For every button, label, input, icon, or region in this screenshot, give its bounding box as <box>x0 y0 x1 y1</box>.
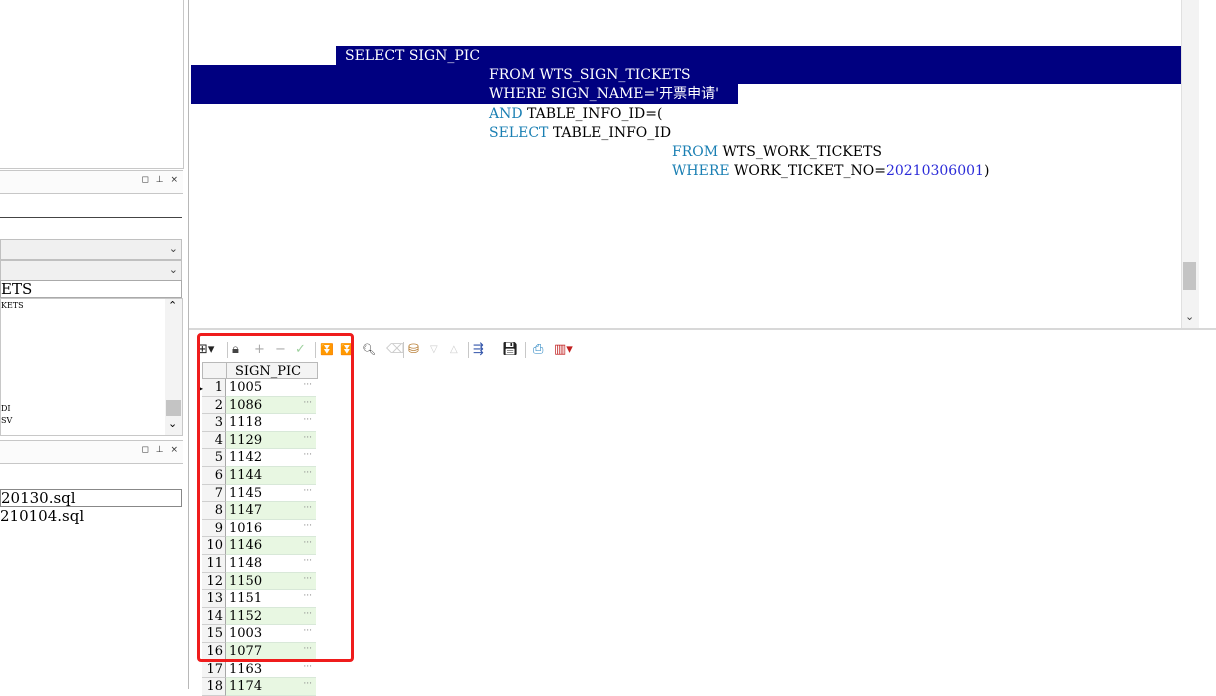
code-keyword: FROM <box>672 144 723 160</box>
cell-value: 1174 <box>229 679 263 695</box>
code-token: WORK_TICKET_NO= <box>734 163 886 179</box>
code-line-2: FROM WTS_SIGN_TICKETS <box>489 66 691 85</box>
code-number: 20210306001 <box>885 163 984 179</box>
splitter[interactable] <box>189 328 1216 330</box>
print-icon[interactable]: ⎙ <box>533 338 543 362</box>
toolbar-separator <box>468 342 469 358</box>
list-item[interactable]: KETS <box>1 301 24 310</box>
panel-pin-close-icon[interactable]: ◻ ⊥ × <box>141 445 180 455</box>
object-type-combo[interactable]: ⌄ <box>0 239 182 260</box>
cell-value: 1163 <box>229 661 263 677</box>
file-item[interactable]: 210104.sql <box>0 508 84 525</box>
code-keyword: AND <box>489 106 528 122</box>
table-row[interactable]: 17 1163 ··· <box>192 660 318 679</box>
list-item[interactable]: SV <box>1 416 12 425</box>
scroll-down-icon[interactable]: ⌄ <box>1185 310 1194 323</box>
row-number[interactable]: 17 <box>202 660 226 679</box>
cell-ellipsis-button[interactable]: ··· <box>303 676 312 693</box>
save-icon[interactable]: 💾︎ <box>502 338 519 362</box>
row-number[interactable]: 18 <box>202 678 226 696</box>
scroll-thumb[interactable] <box>166 400 181 416</box>
file-name: 20130.sql <box>1 489 76 507</box>
code-token: WHERE SIGN_NAME='开票申请' <box>489 86 719 102</box>
object-browser-titlebar: ◻ ⊥ × <box>0 170 183 194</box>
code-token: SELECT SIGN_PIC <box>345 48 481 64</box>
list-item[interactable]: DI <box>1 404 11 413</box>
code-keyword: WHERE <box>672 163 735 179</box>
divider <box>0 217 182 218</box>
object-filter-value: ETS <box>1 280 33 298</box>
code-line-7: WHERE WORK_TICKET_NO=20210306001) <box>672 162 989 181</box>
sql-editor[interactable]: SELECT SIGN_PIC FROM WTS_SIGN_TICKETS WH… <box>189 0 1216 328</box>
find-icon[interactable]: 🔍︎ <box>362 338 376 362</box>
object-filter-input[interactable]: ETS <box>0 280 182 298</box>
owner-combo[interactable]: ⌄ <box>0 260 182 281</box>
highlight-annotation <box>197 333 354 662</box>
code-token: FROM WTS_SIGN_TICKETS <box>489 67 691 83</box>
chart-icon[interactable]: ▥▾ <box>554 338 573 362</box>
file-item-selected[interactable]: 20130.sql <box>0 489 182 507</box>
code-token: TABLE_INFO_ID=( <box>527 106 663 122</box>
code-line-3: WHERE SIGN_NAME='开票申请' <box>489 85 719 104</box>
file-browser-titlebar: ◻ ⊥ × <box>0 440 183 464</box>
panel-pin-close-icon[interactable]: ◻ ⊥ × <box>141 175 180 185</box>
sign-pic-cell[interactable]: 1174 ··· <box>226 678 316 696</box>
code-token: WTS_WORK_TICKETS <box>722 144 882 160</box>
file-name: 210104.sql <box>0 507 85 525</box>
query-by-example-icon[interactable]: ⛁ <box>408 338 419 362</box>
code-token: TABLE_INFO_ID <box>552 125 672 141</box>
clear-icon[interactable]: ⌫ <box>386 338 404 362</box>
scroll-down-icon[interactable]: ⌄ <box>168 417 177 430</box>
list-scrollbar[interactable]: ⌃ ⌄ <box>165 299 182 435</box>
code-token: ) <box>983 163 990 179</box>
code-keyword: SELECT <box>489 125 553 141</box>
object-list[interactable]: KETS DI SV ⌃ ⌄ <box>0 298 183 436</box>
filter-down-icon[interactable]: ▽ <box>430 338 438 362</box>
left-side-panels: ◻ ⊥ × ⌄ ⌄ ETS KETS DI SV ⌃ ⌄ ◻ ⊥ × 20130… <box>0 0 189 689</box>
code-line-4: AND TABLE_INFO_ID=( <box>489 105 662 124</box>
export-icon[interactable]: ⇶ <box>473 338 484 362</box>
chevron-down-icon: ⌄ <box>168 263 178 276</box>
chevron-down-icon: ⌄ <box>168 242 178 255</box>
toolbar-separator <box>525 342 526 358</box>
toolbar-separator <box>403 342 404 358</box>
code-line-5: SELECT TABLE_INFO_ID <box>489 124 671 143</box>
code-line-1: SELECT SIGN_PIC <box>345 47 481 66</box>
object-browser-panel <box>0 0 184 169</box>
filter-up-icon[interactable]: △ <box>450 338 458 362</box>
editor-scroll-thumb[interactable] <box>1183 262 1196 290</box>
table-row[interactable]: 18 1174 ··· <box>192 678 318 696</box>
code-line-6: FROM WTS_WORK_TICKETS <box>672 143 882 162</box>
scroll-up-icon[interactable]: ⌃ <box>168 299 177 312</box>
